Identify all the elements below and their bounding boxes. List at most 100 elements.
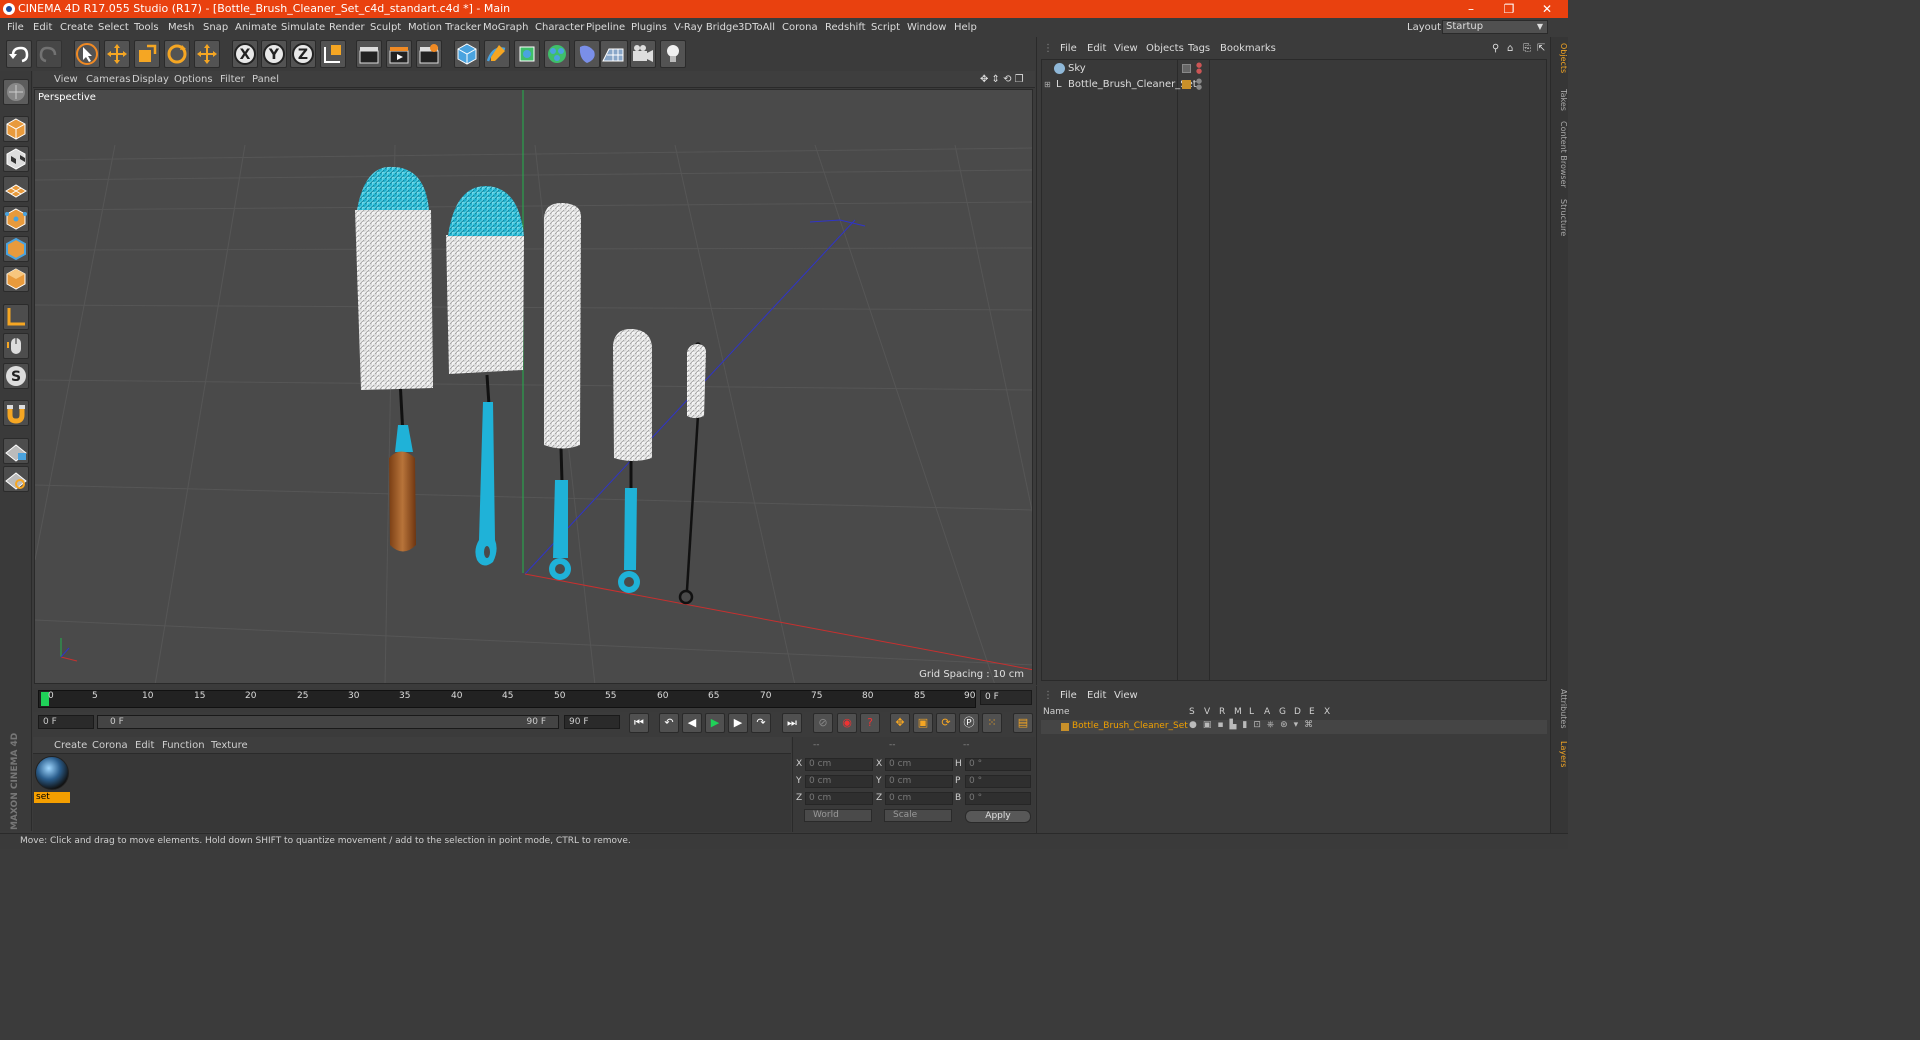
new-window-icon[interactable]: ⎘ — [1523, 43, 1531, 54]
play-button[interactable]: ▶ — [705, 713, 725, 733]
tab-objects[interactable]: Objects — [1552, 43, 1568, 73]
render-settings-button[interactable] — [416, 40, 442, 68]
add-spline-button[interactable] — [484, 40, 510, 68]
viewport-menu-view[interactable]: View — [54, 74, 78, 85]
layer-row[interactable]: Bottle_Brush_Cleaner_Set ●▣▪▙▮⊡⎈⊛▾⌘ — [1041, 720, 1547, 734]
current-frame-field[interactable]: 0 F — [980, 690, 1032, 705]
coord-mode-select[interactable]: World — [804, 809, 872, 822]
add-mograph-button[interactable] — [544, 40, 570, 68]
material-menu-corona[interactable]: Corona — [92, 740, 128, 751]
visibility-dots-icon[interactable]: ● ● — [1196, 62, 1202, 75]
menu-window[interactable]: Window — [907, 22, 946, 33]
object-row-sky[interactable]: Sky ● ● — [1042, 61, 1548, 77]
timeline-window-button[interactable]: ▤ — [1013, 713, 1033, 733]
make-editable-button[interactable] — [3, 79, 29, 105]
menu-corona[interactable]: Corona — [782, 22, 818, 33]
menu-create[interactable]: Create — [60, 22, 93, 33]
expand-plus-icon[interactable]: ⊞ — [1044, 80, 1051, 89]
menu-snap[interactable]: Snap — [203, 22, 228, 33]
visibility-dots-icon[interactable]: ● ● — [1196, 78, 1202, 91]
add-camera-button[interactable] — [630, 40, 656, 68]
layer-icon[interactable] — [1182, 64, 1191, 73]
coord-pos-z-field[interactable]: 0 cm — [805, 792, 873, 805]
go-to-end-button[interactable]: ⏭ — [782, 713, 802, 733]
key-parameter-button[interactable]: Ⓟ — [959, 713, 979, 733]
material-menu-function[interactable]: Function — [162, 740, 205, 751]
render-view-button[interactable] — [356, 40, 382, 68]
layer-menu-edit[interactable]: Edit — [1087, 690, 1106, 701]
tab-content-browser[interactable]: Content Browser — [1552, 121, 1568, 188]
start-frame-field[interactable]: 0 F — [38, 715, 94, 729]
redo-button[interactable] — [36, 40, 62, 68]
add-cube-button[interactable] — [454, 40, 480, 68]
object-menu-edit[interactable]: Edit — [1087, 43, 1106, 54]
viewport-menu-options[interactable]: Options — [174, 74, 213, 85]
menu-script[interactable]: Script — [871, 22, 900, 33]
timeline-ruler[interactable]: 0 5 10 15 20 25 30 35 40 45 50 55 60 65 … — [38, 690, 976, 708]
menu-motion-tracker[interactable]: Motion Tracker — [408, 22, 481, 33]
material-menu-texture[interactable]: Texture — [211, 740, 248, 751]
add-nurbs-button[interactable] — [514, 40, 540, 68]
key-rotation-button[interactable]: ⟳ — [936, 713, 956, 733]
material-preview-swatch[interactable] — [35, 756, 69, 790]
material-name[interactable]: set — [34, 792, 70, 803]
coord-size-z-field[interactable]: 0 cm — [885, 792, 953, 805]
menu-help[interactable]: Help — [954, 22, 977, 33]
axis-mode-button[interactable] — [3, 304, 29, 330]
workplane-snap-button[interactable] — [3, 466, 29, 492]
coordinate-system-button[interactable] — [320, 40, 346, 68]
transform-tool-button[interactable] — [194, 40, 220, 68]
add-light-button[interactable] — [660, 40, 686, 68]
tab-attributes[interactable]: Attributes — [1552, 689, 1568, 729]
key-scale-button[interactable]: ▣ — [913, 713, 933, 733]
object-row-bottle-brush-cleaner-set[interactable]: ⊞ L Bottle_Brush_Cleaner_Set ● ● — [1042, 77, 1548, 93]
coord-size-y-field[interactable]: 0 cm — [885, 775, 953, 788]
menu-render[interactable]: Render — [329, 22, 365, 33]
record-keys-button[interactable]: ⊘ — [813, 713, 833, 733]
x-axis-button[interactable]: X — [232, 40, 258, 68]
add-deformer-button[interactable] — [574, 40, 600, 68]
menu-vray-bridge[interactable]: V-Ray Bridge — [674, 22, 738, 33]
object-menu-file[interactable]: File — [1060, 43, 1077, 54]
menu-file[interactable]: File — [7, 22, 24, 33]
points-mode-button[interactable] — [3, 206, 29, 232]
menu-tools[interactable]: Tools — [134, 22, 159, 33]
menu-mograph[interactable]: MoGraph — [483, 22, 528, 33]
perspective-viewport[interactable]: Perspective Grid Spacing : 10 cm — [34, 89, 1033, 684]
menu-sculpt[interactable]: Sculpt — [370, 22, 401, 33]
minimize-button[interactable]: – — [1452, 0, 1490, 18]
coord-pos-y-field[interactable]: 0 cm — [805, 775, 873, 788]
move-tool-button[interactable] — [104, 40, 130, 68]
menu-select[interactable]: Select — [98, 22, 129, 33]
next-frame-button[interactable]: ▶ — [728, 713, 748, 733]
preview-range-slider[interactable]: 0 F 90 F — [97, 715, 559, 729]
select-tool-button[interactable] — [74, 40, 100, 68]
texture-mode-button[interactable] — [3, 146, 29, 172]
go-to-start-button[interactable]: ⏮ — [629, 713, 649, 733]
magnet-button[interactable] — [3, 400, 29, 426]
object-menu-view[interactable]: View — [1114, 43, 1138, 54]
coord-pos-x-field[interactable]: 0 cm — [805, 758, 873, 771]
apply-button[interactable]: Apply — [965, 810, 1031, 823]
tab-takes[interactable]: Takes — [1552, 89, 1568, 111]
search-icon[interactable]: ⚲ — [1492, 43, 1499, 54]
menu-animate[interactable]: Animate — [235, 22, 277, 33]
workplane-mode-button[interactable] — [3, 176, 29, 202]
layout-select[interactable]: Startup ▼ — [1442, 20, 1548, 34]
viewport-menu-filter[interactable]: Filter — [220, 74, 245, 85]
material-menu-edit[interactable]: Edit — [135, 740, 154, 751]
viewport-menu-display[interactable]: Display — [132, 74, 169, 85]
keyframe-selection-button[interactable]: ? — [860, 713, 880, 733]
viewport-menu-panel[interactable]: Panel — [252, 74, 279, 85]
tab-layers[interactable]: Layers — [1552, 741, 1568, 767]
menu-pipeline[interactable]: Pipeline — [586, 22, 625, 33]
object-menu-objects[interactable]: Objects — [1146, 43, 1184, 54]
home-icon[interactable]: ⌂ — [1507, 43, 1513, 54]
viewport-nav-icons[interactable]: ✥ ⇕ ⟲ ❐ — [980, 74, 1024, 85]
y-axis-button[interactable]: Y — [261, 40, 287, 68]
previous-key-button[interactable]: ↶ — [659, 713, 679, 733]
restore-button[interactable]: ❐ — [1490, 0, 1528, 18]
coord-rot-h-field[interactable]: 0 ° — [965, 758, 1031, 771]
key-position-button[interactable]: ✥ — [890, 713, 910, 733]
tab-structure[interactable]: Structure — [1552, 199, 1568, 236]
